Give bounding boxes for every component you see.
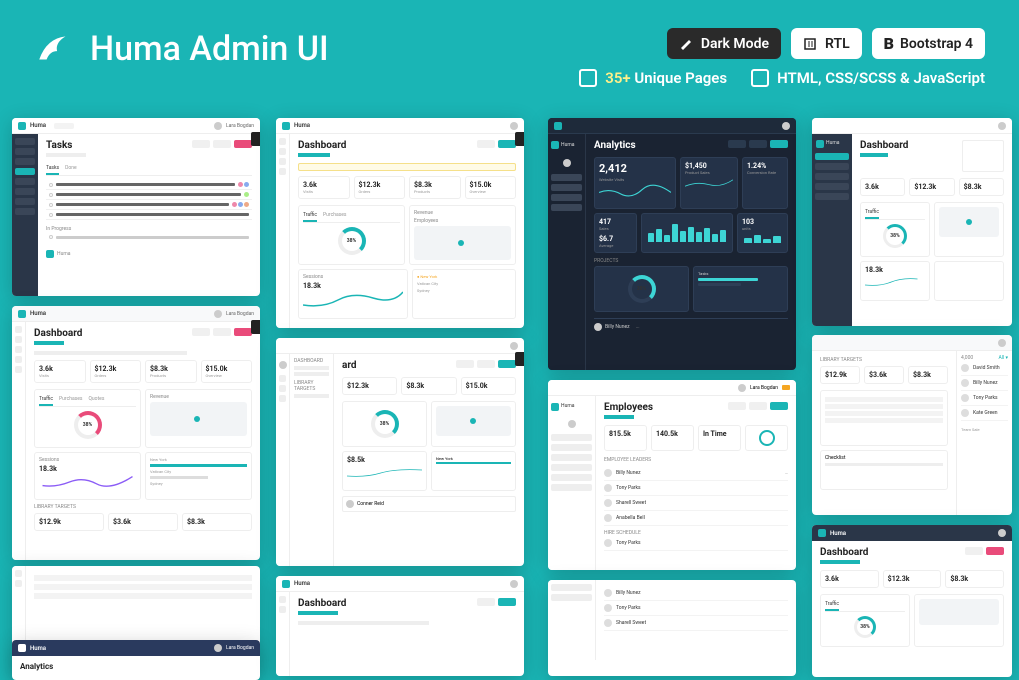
bird-logo-icon xyxy=(34,28,76,70)
screenshot-list-partial: Billy Nunez Tony Parks Sharell Sweet xyxy=(548,580,796,676)
screenshot-employees: Lara Bogdan Huma Employees 815.5k 140.5k… xyxy=(548,380,796,570)
pages-tagline: 35+ Unique Pages xyxy=(579,69,727,87)
screenshot-tasks: HumaLara Bogdan Tasks TasksDone In Progr… xyxy=(12,118,260,296)
bootstrap-icon: B xyxy=(884,34,894,53)
screenshot-dashboard-dark-top: Huma Dashboard 3.6k $12.3k $8.3k Traffic xyxy=(812,525,1012,677)
pages-icon xyxy=(579,69,597,87)
product-title: Huma Admin UI xyxy=(90,29,329,69)
tech-tagline: HTML, CSS/SCSS & JavaScript xyxy=(751,69,985,87)
screenshot-dashboard-partial: Huma Dashboard xyxy=(276,576,524,676)
rtl-badge: RTL xyxy=(791,28,862,59)
bootstrap-badge: B Bootstrap 4 xyxy=(872,28,985,59)
brand: Huma Admin UI xyxy=(34,28,329,70)
screenshot-analytics-navy: HumaLara Bogdan Analytics xyxy=(12,640,260,680)
screenshot-analytics-dark: Huma Analytics 2,412Website Visits $1,45… xyxy=(548,118,796,370)
promo-header: Huma Admin UI Dark Mode RTL B Bootstrap … xyxy=(0,0,1019,99)
feature-badges: Dark Mode RTL B Bootstrap 4 xyxy=(667,28,985,59)
screenshot-dashboard-side-panel: LIBRARY TARGETS $12.9k $3.6k $8.3k Check… xyxy=(812,335,1012,515)
brush-icon xyxy=(679,36,695,52)
dark-mode-badge: Dark Mode xyxy=(667,28,781,59)
sidebar[interactable] xyxy=(12,134,38,296)
screenshot-dashboard-dark-side: Huma Dashboard 3.6k $12.3k $8.3k Traffic… xyxy=(812,118,1012,326)
code-icon xyxy=(751,69,769,87)
rtl-icon xyxy=(803,36,819,52)
screenshot-dashboard-1: Huma Dashboard 3.6kVisits $12.3kOrders $… xyxy=(276,118,524,328)
screenshot-dashboard-2: HumaLara Bogdan Dashboard 3.6kVisits $12… xyxy=(12,306,260,560)
screenshot-dashboard-3: DASHBOARDLIBRARY TARGETS ard $12.3k $8.3… xyxy=(276,338,524,566)
